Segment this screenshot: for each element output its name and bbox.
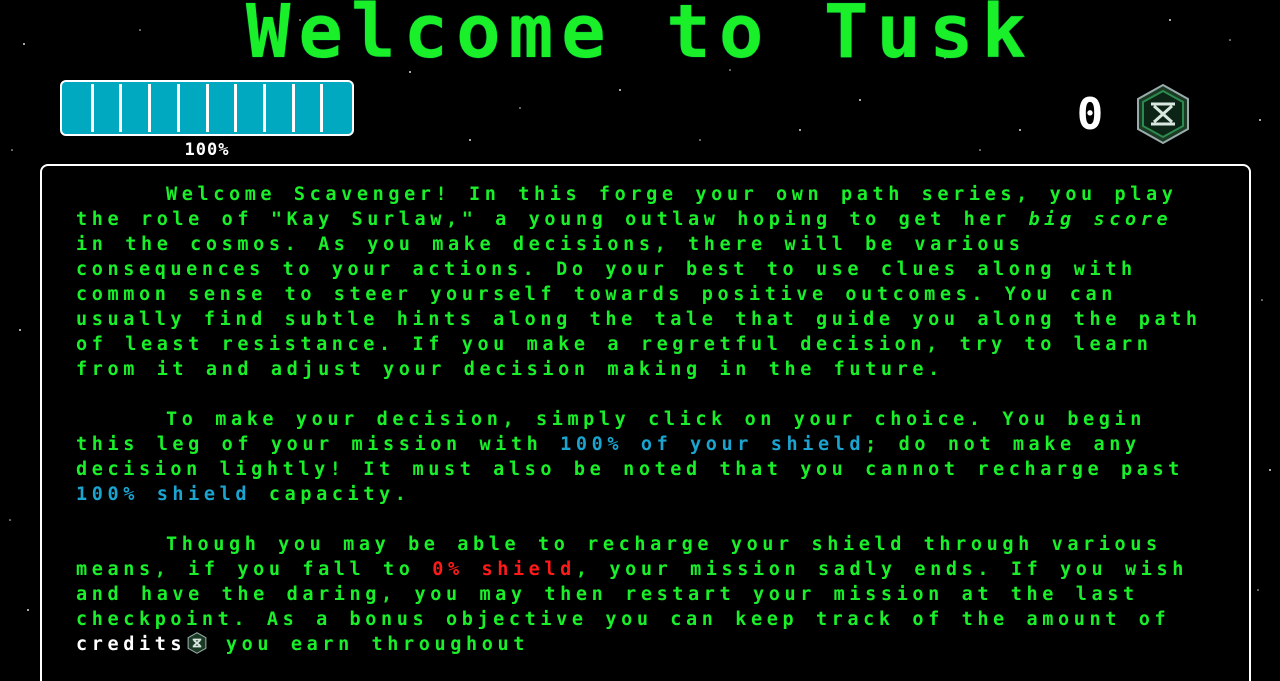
shield-segment bbox=[151, 84, 180, 132]
zero-shield-warning: 0% shield bbox=[432, 559, 576, 580]
shield-segment bbox=[180, 84, 209, 132]
story-panel: Welcome Scavenger! In this forge your ow… bbox=[40, 164, 1251, 681]
shield-percent-label: 100% bbox=[184, 140, 230, 160]
intro-emphasis: big score bbox=[1028, 209, 1173, 230]
intro-paragraph-2: To make your decision, simply click on y… bbox=[76, 407, 1219, 507]
credits-emblem-icon bbox=[187, 632, 207, 654]
credits-counter: 0 bbox=[1076, 89, 1104, 140]
credits-emblem-icon bbox=[1137, 83, 1189, 145]
shield-segment bbox=[94, 84, 123, 132]
shield-segment bbox=[266, 84, 295, 132]
credits-word: credits bbox=[76, 634, 187, 655]
shield-segment bbox=[295, 84, 324, 132]
shield-segment bbox=[237, 84, 266, 132]
intro-text: in the cosmos. As you make decisions, th… bbox=[76, 234, 1202, 380]
game-screen: Welcome to Tusk 100% 0 Welcome Scavenger… bbox=[0, 0, 1280, 681]
intro-text: Welcome Scavenger! In this forge your ow… bbox=[76, 184, 1178, 230]
intro-text: you earn throughout bbox=[208, 634, 529, 655]
shield-highlight: 100% of your shield bbox=[560, 434, 866, 455]
shield-segment bbox=[122, 84, 152, 132]
intro-paragraph-3: Though you may be able to recharge your … bbox=[76, 532, 1219, 657]
intro-paragraph-1: Welcome Scavenger! In this forge your ow… bbox=[76, 182, 1219, 382]
shield-segment bbox=[323, 84, 349, 132]
shield-highlight: 100% shield bbox=[76, 484, 252, 505]
shield-meter bbox=[60, 80, 354, 136]
page-title: Welcome to Tusk bbox=[245, 0, 1035, 75]
shield-segment bbox=[209, 84, 238, 132]
intro-text: capacity. bbox=[251, 484, 411, 505]
shield-segment bbox=[65, 84, 94, 132]
